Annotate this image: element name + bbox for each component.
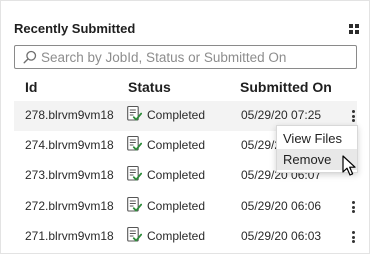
submitted-on: 05/29/20 06:03 — [241, 229, 322, 243]
status-label: Completed — [147, 108, 206, 122]
job-id: 271.blrvm9vm18 — [25, 229, 114, 243]
table-row[interactable]: 271.blrvm9vm18 Completed 05/29/20 06:03 — [14, 222, 357, 252]
completed-checklist-icon — [127, 196, 142, 212]
menu-item-view-files[interactable]: View Files — [277, 128, 357, 149]
more-vertical-icon[interactable] — [352, 110, 355, 122]
more-vertical-icon[interactable] — [352, 231, 355, 243]
job-id: 272.blrvm9vm18 — [25, 199, 114, 213]
panel-title: Recently Submitted — [14, 21, 136, 36]
status-label: Completed — [147, 199, 206, 213]
completed-checklist-icon — [127, 226, 142, 242]
status-label: Completed — [147, 229, 206, 243]
search-icon — [23, 50, 37, 64]
column-header-id[interactable]: Id — [25, 79, 37, 95]
completed-checklist-icon — [127, 165, 142, 181]
mouse-cursor-icon — [342, 155, 356, 176]
grid-view-icon[interactable] — [349, 24, 359, 34]
completed-checklist-icon — [127, 135, 142, 151]
submitted-on: 05/29/20 07:25 — [241, 108, 322, 122]
search-box[interactable] — [14, 45, 357, 69]
status-label: Completed — [147, 138, 206, 152]
submitted-on: 05/29/20 06:06 — [241, 199, 322, 213]
status-label: Completed — [147, 168, 206, 182]
completed-checklist-icon — [127, 105, 142, 121]
column-header-status[interactable]: Status — [128, 79, 171, 95]
table-row[interactable]: 272.blrvm9vm18 Completed 05/29/20 06:06 — [14, 192, 357, 222]
more-vertical-icon[interactable] — [352, 201, 355, 213]
job-id: 278.blrvm9vm18 — [25, 108, 114, 122]
search-input[interactable] — [41, 48, 351, 66]
job-id: 274.blrvm9vm18 — [25, 138, 114, 152]
job-id: 273.blrvm9vm18 — [25, 168, 114, 182]
column-header-submitted-on[interactable]: Submitted On — [240, 79, 332, 95]
recently-submitted-panel: Recently Submitted Id Status Submitted O… — [0, 0, 370, 254]
